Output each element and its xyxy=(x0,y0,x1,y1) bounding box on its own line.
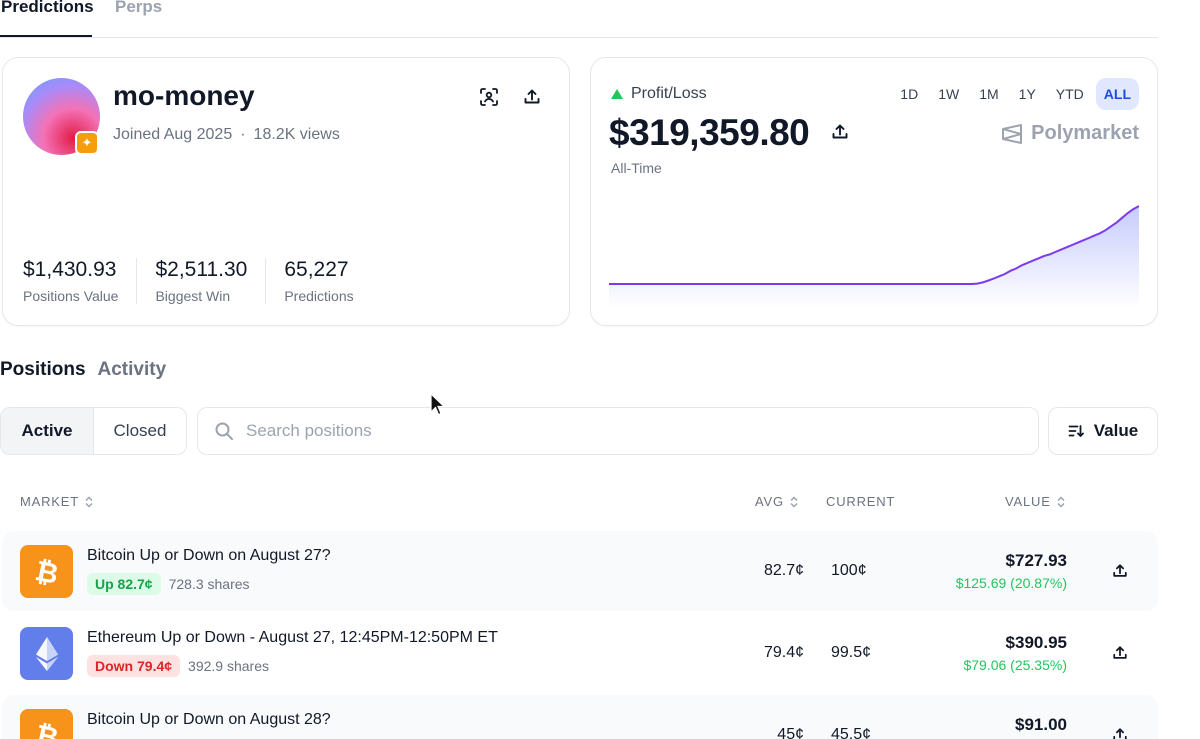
pnl-label-text: Profit/Loss xyxy=(631,85,707,102)
top-tabs: Predictions Perps xyxy=(0,0,1158,38)
mouse-cursor-icon xyxy=(430,393,446,416)
share-icon[interactable] xyxy=(1110,643,1130,663)
pnl-amount: $319,359.80 xyxy=(609,112,810,153)
stat-label: Biggest Win xyxy=(155,288,231,304)
sort-toggle-icon xyxy=(85,495,93,508)
table-row[interactable]: ₿ Bitcoin Up or Down on August 28? 45¢ 4… xyxy=(2,695,1158,739)
range-1w[interactable]: 1W xyxy=(930,78,967,110)
column-value[interactable]: VALUE xyxy=(1005,494,1066,509)
table-row[interactable]: Ethereum Up or Down - August 27, 12:45PM… xyxy=(2,613,1158,693)
pnl-value: $319,359.80 xyxy=(609,112,849,154)
filter-closed-button[interactable]: Closed xyxy=(94,408,186,454)
stat-positions-value: $1,430.93 Positions Value xyxy=(23,258,138,304)
pnl-label: Profit/Loss xyxy=(611,85,707,103)
svg-text:₿: ₿ xyxy=(32,555,61,589)
tab-perps[interactable]: Perps xyxy=(115,0,162,17)
column-label: MARKET xyxy=(20,494,79,509)
share-icon[interactable] xyxy=(1110,561,1130,581)
range-1y[interactable]: 1Y xyxy=(1011,78,1044,110)
market-title[interactable]: Ethereum Up or Down - August 27, 12:45PM… xyxy=(87,629,498,647)
current-price: 100¢ xyxy=(831,562,867,579)
stat-value: 65,227 xyxy=(284,258,349,281)
svg-text:₿: ₿ xyxy=(32,719,61,739)
sort-toggle-icon xyxy=(1057,495,1065,508)
profile-meta: Joined Aug 2025 · 18.2K views xyxy=(113,126,340,144)
avg-price: 79.4¢ xyxy=(763,644,804,661)
pnl-period: All-Time xyxy=(611,160,662,176)
position-detail: Down 79.4¢ 392.9 shares xyxy=(87,655,269,677)
column-label: AVG xyxy=(755,494,784,509)
sort-icon xyxy=(1068,425,1084,438)
market-title[interactable]: Bitcoin Up or Down on August 28? xyxy=(87,711,331,729)
joined-date: Joined Aug 2025 xyxy=(113,126,233,143)
stat-value: $2,511.30 xyxy=(155,258,248,281)
current-price: 45.5¢ xyxy=(831,726,872,739)
share-icon[interactable] xyxy=(1110,725,1130,739)
market-title[interactable]: Bitcoin Up or Down on August 27? xyxy=(87,547,331,565)
outcome-badge: Up 82.7¢ xyxy=(87,573,161,595)
plus-badge-icon: ✦ xyxy=(75,131,99,155)
sort-value-button[interactable]: Value xyxy=(1048,407,1158,455)
position-pnl: $79.06 (25.35%) xyxy=(963,657,1067,673)
positions-tabs: Positions Activity xyxy=(0,359,166,381)
position-value: $91.00 xyxy=(1015,715,1067,734)
meta-separator: · xyxy=(240,126,246,143)
search-icon xyxy=(215,422,233,440)
ethereum-icon xyxy=(20,627,73,680)
position-detail: Up 82.7¢ 728.3 shares xyxy=(87,573,250,595)
share-icon[interactable] xyxy=(519,84,545,110)
bitcoin-icon: ₿ xyxy=(20,545,73,598)
profile-stats: $1,430.93 Positions Value $2,511.30 Bigg… xyxy=(23,258,390,304)
range-1d[interactable]: 1D xyxy=(892,78,926,110)
tab-activity[interactable]: Activity xyxy=(98,359,167,381)
column-current: CURRENT xyxy=(826,494,895,509)
column-market[interactable]: MARKET xyxy=(20,494,94,509)
avg-price: 82.7¢ xyxy=(763,562,804,579)
polymarket-icon xyxy=(1002,123,1023,144)
share-count: 728.3 shares xyxy=(168,576,250,592)
range-all[interactable]: ALL xyxy=(1095,78,1139,110)
range-tabs: 1D 1W 1M 1Y YTD ALL xyxy=(892,78,1139,110)
polymarket-logo: Polymarket xyxy=(1001,122,1139,145)
outcome-badge: Down 79.4¢ xyxy=(87,655,181,677)
share-count: 392.9 shares xyxy=(188,658,269,674)
status-filter: Active Closed xyxy=(0,407,187,455)
view-count: 18.2K views xyxy=(253,126,340,143)
sort-label: Value xyxy=(1093,421,1139,440)
bitcoin-icon: ₿ xyxy=(20,709,73,739)
profile-card: ✦ mo-money Joined Aug 2025 · 18.2K views $… xyxy=(2,57,570,326)
column-label: VALUE xyxy=(1005,494,1051,509)
search-box xyxy=(197,407,1039,455)
avg-price: 45¢ xyxy=(777,726,804,739)
column-avg[interactable]: AVG xyxy=(755,494,799,509)
pnl-chart xyxy=(609,205,1139,308)
table-row[interactable]: ₿ Bitcoin Up or Down on August 27? Up 82… xyxy=(2,531,1158,611)
share-icon[interactable] xyxy=(831,123,849,141)
stat-value: $1,430.93 xyxy=(23,258,117,281)
range-ytd[interactable]: YTD xyxy=(1048,78,1092,110)
brand-name: Polymarket xyxy=(1031,122,1139,144)
tab-predictions[interactable]: Predictions xyxy=(1,0,94,17)
stat-label: Predictions xyxy=(284,288,354,304)
active-tab-underline xyxy=(0,35,92,37)
pnl-card: Profit/Loss $319,359.80 All-Time 1D 1W 1… xyxy=(590,57,1158,326)
triangle-up-icon xyxy=(611,89,623,99)
pnl-area xyxy=(609,206,1139,308)
search-input[interactable] xyxy=(246,421,1006,441)
position-value: $390.95 xyxy=(1005,633,1067,652)
current-price: 99.5¢ xyxy=(831,644,872,661)
filter-active-button[interactable]: Active xyxy=(1,408,94,454)
username: mo-money xyxy=(113,80,255,111)
column-label: CURRENT xyxy=(826,494,896,509)
position-pnl: $125.69 (20.87%) xyxy=(955,575,1067,591)
stat-label: Positions Value xyxy=(23,288,119,304)
stat-biggest-win: $2,511.30 Biggest Win xyxy=(155,258,267,304)
sort-toggle-icon xyxy=(790,495,798,508)
position-value: $727.93 xyxy=(1005,551,1067,570)
stat-predictions: 65,227 Predictions xyxy=(284,258,371,304)
range-1m[interactable]: 1M xyxy=(971,78,1006,110)
scan-qr-icon[interactable] xyxy=(476,84,502,110)
tab-positions[interactable]: Positions xyxy=(0,359,86,381)
